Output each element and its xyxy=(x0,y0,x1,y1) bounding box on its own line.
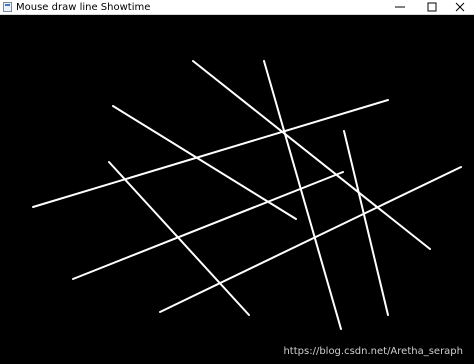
drawn-line xyxy=(343,130,389,316)
app-window: Mouse draw line Showtime https://blog.cs… xyxy=(0,0,474,364)
close-icon xyxy=(455,2,465,12)
window-title: Mouse draw line Showtime xyxy=(16,2,151,13)
title-bar[interactable]: Mouse draw line Showtime xyxy=(0,0,474,15)
maximize-icon xyxy=(427,2,437,12)
minimize-button[interactable] xyxy=(386,0,414,14)
drawing-canvas[interactable] xyxy=(0,15,474,364)
drawn-line xyxy=(108,161,250,316)
minimize-icon xyxy=(395,6,405,8)
close-button[interactable] xyxy=(446,0,474,14)
drawn-line xyxy=(159,166,462,313)
drawn-line xyxy=(192,60,431,250)
app-window-icon xyxy=(3,2,12,12)
drawn-line xyxy=(72,171,344,280)
watermark-text: https://blog.csdn.net/Aretha_seraph xyxy=(283,346,463,357)
drawn-line xyxy=(263,60,342,330)
drawing-surface xyxy=(32,60,462,330)
drawn-line xyxy=(32,99,389,208)
maximize-button[interactable] xyxy=(418,0,446,14)
